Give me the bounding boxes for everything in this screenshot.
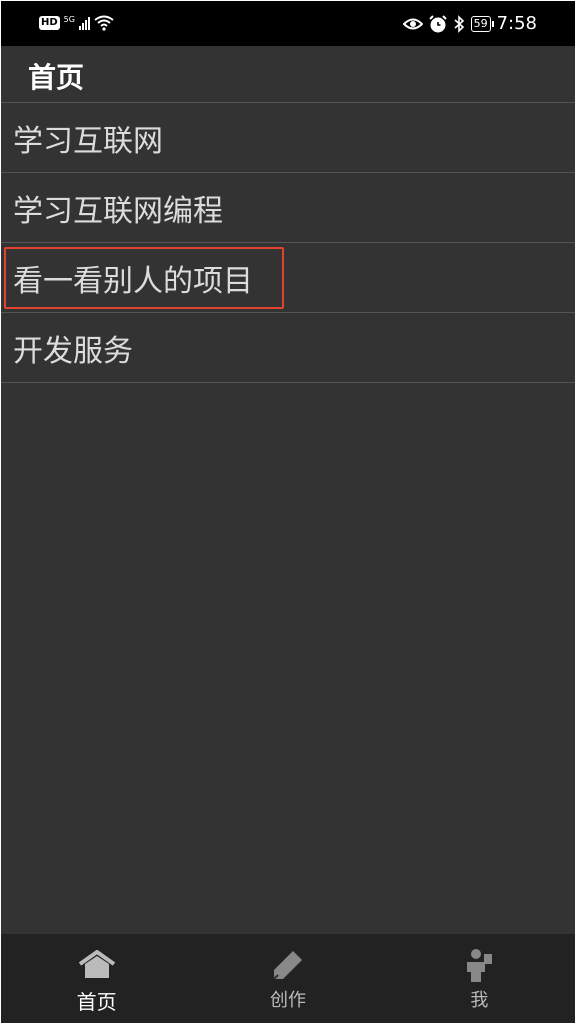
nav-create[interactable]: 创作 — [192, 934, 383, 1023]
menu-list: 学习互联网 学习互联网编程 看一看别人的项目 开发服务 — [1, 103, 575, 383]
network-type: 5G — [63, 15, 75, 24]
bottom-nav: 首页 创作 我 — [1, 934, 575, 1023]
status-left: HD 5G — [39, 15, 114, 31]
pencil-icon — [268, 948, 308, 982]
clock-time: 7:58 — [496, 13, 537, 34]
home-icon — [77, 948, 117, 982]
list-item-others-projects[interactable]: 看一看别人的项目 — [1, 243, 575, 313]
status-bar: HD 5G 59 7:58 — [1, 1, 575, 46]
eye-icon — [402, 18, 423, 29]
list-item-label: 学习互联网编程 — [13, 193, 223, 229]
nav-me[interactable]: 我 — [384, 934, 575, 1023]
list-item-learn-programming[interactable]: 学习互联网编程 — [1, 173, 575, 243]
highlight-box — [4, 247, 284, 309]
wifi-icon — [94, 15, 114, 31]
person-icon — [459, 948, 499, 982]
battery-icon: 59 — [470, 15, 494, 32]
bluetooth-icon — [454, 14, 464, 33]
status-right: 59 7:58 — [402, 13, 537, 34]
list-item-label: 学习互联网 — [13, 123, 163, 159]
nav-me-label: 我 — [470, 990, 489, 1011]
signal-icon — [78, 16, 90, 30]
nav-create-label: 创作 — [269, 990, 306, 1011]
page-title: 首页 — [28, 61, 85, 94]
app-header: 首页 — [1, 46, 575, 103]
app-screen: HD 5G 59 7:58 首页 学习互联网 学习互联网编程 看一看别人的项目 … — [1, 1, 575, 1023]
list-item-dev-services[interactable]: 开发服务 — [1, 313, 575, 383]
alarm-icon — [428, 14, 447, 32]
nav-home[interactable]: 首页 — [1, 934, 192, 1023]
list-item-learn-internet[interactable]: 学习互联网 — [1, 103, 575, 173]
hd-badge: HD — [39, 16, 60, 30]
nav-home-label: 首页 — [76, 990, 117, 1014]
list-item-label: 开发服务 — [13, 333, 133, 369]
